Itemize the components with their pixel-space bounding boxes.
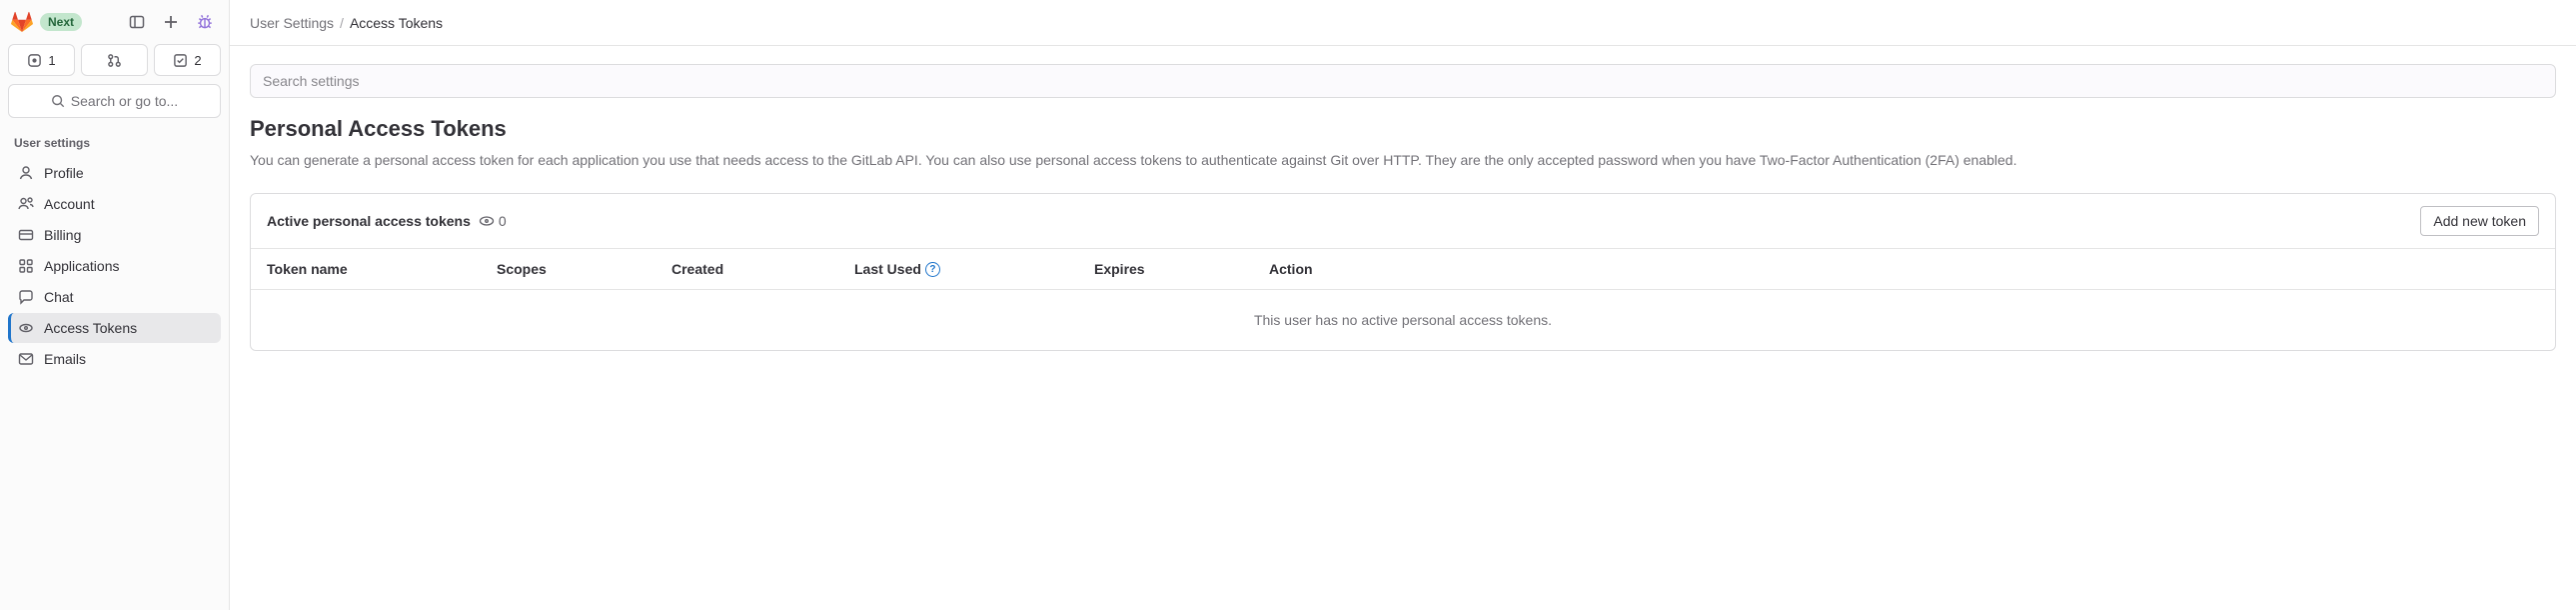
sidebar: Next 1 2	[0, 0, 230, 610]
plus-icon[interactable]	[157, 8, 185, 36]
col-expires: Expires	[1094, 261, 1269, 277]
applications-icon	[18, 258, 34, 274]
col-action: Action	[1269, 261, 2539, 277]
token-count-icon	[479, 215, 495, 227]
tokens-card: Active personal access tokens 0 Add new …	[250, 193, 2556, 351]
tokens-count-pill: 0	[479, 213, 507, 229]
sidebar-item-applications[interactable]: Applications	[8, 251, 221, 281]
settings-search-input[interactable]	[250, 64, 2556, 98]
breadcrumb-current: Access Tokens	[350, 15, 443, 31]
sidebar-item-label: Applications	[44, 258, 120, 274]
page-description: You can generate a personal access token…	[250, 150, 2556, 171]
gitlab-logo-icon[interactable]	[10, 10, 34, 34]
breadcrumb-separator: /	[340, 15, 344, 31]
email-icon	[18, 351, 34, 367]
issues-count: 1	[48, 53, 55, 68]
breadcrumb: User Settings / Access Tokens	[230, 0, 2576, 46]
account-icon	[18, 196, 34, 212]
issues-counter[interactable]: 1	[8, 44, 75, 76]
chat-icon	[18, 289, 34, 305]
merge-requests-counter[interactable]	[81, 44, 148, 76]
tokens-card-label: Active personal access tokens	[267, 213, 471, 229]
bug-icon[interactable]	[191, 8, 219, 36]
col-created: Created	[671, 261, 854, 277]
tokens-empty-message: This user has no active personal access …	[251, 290, 2555, 350]
col-token-name: Token name	[267, 261, 497, 277]
sidebar-item-label: Profile	[44, 165, 84, 181]
sidebar-item-billing[interactable]: Billing	[8, 220, 221, 250]
sidebar-item-chat[interactable]: Chat	[8, 282, 221, 312]
sidebar-item-label: Chat	[44, 289, 74, 305]
token-icon	[18, 320, 34, 336]
tokens-table-header: Token name Scopes Created Last Used ? Ex…	[251, 249, 2555, 290]
search-button[interactable]: Search or go to...	[8, 84, 221, 118]
todos-count: 2	[194, 53, 201, 68]
sidebar-item-label: Account	[44, 196, 95, 212]
profile-icon	[18, 165, 34, 181]
sidebar-collapse-icon[interactable]	[123, 8, 151, 36]
help-icon[interactable]: ?	[925, 262, 940, 277]
sidebar-item-emails[interactable]: Emails	[8, 344, 221, 374]
tokens-card-header: Active personal access tokens 0 Add new …	[251, 194, 2555, 249]
tokens-count: 0	[499, 213, 507, 229]
sidebar-item-label: Access Tokens	[44, 320, 137, 336]
sidebar-top-row: Next	[8, 8, 221, 36]
billing-icon	[18, 227, 34, 243]
todos-counter[interactable]: 2	[154, 44, 221, 76]
add-new-token-button[interactable]: Add new token	[2420, 206, 2539, 236]
col-last-used: Last Used ?	[854, 261, 1094, 277]
col-scopes: Scopes	[497, 261, 671, 277]
sidebar-item-account[interactable]: Account	[8, 189, 221, 219]
sidebar-item-label: Billing	[44, 227, 81, 243]
sidebar-item-access-tokens[interactable]: Access Tokens	[8, 313, 221, 343]
page-title: Personal Access Tokens	[250, 116, 2556, 142]
main-content: User Settings / Access Tokens Personal A…	[230, 0, 2576, 610]
sidebar-item-label: Emails	[44, 351, 86, 367]
next-badge[interactable]: Next	[40, 13, 82, 31]
sidebar-item-profile[interactable]: Profile	[8, 158, 221, 188]
breadcrumb-parent[interactable]: User Settings	[250, 15, 334, 31]
sidebar-section-label: User settings	[8, 132, 221, 154]
search-placeholder-text: Search or go to...	[71, 93, 178, 109]
sidebar-counters: 1 2	[8, 44, 221, 76]
